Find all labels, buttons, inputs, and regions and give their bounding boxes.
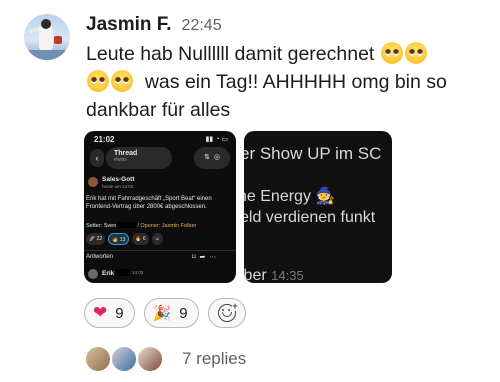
mini-reaction-2: 🧑 13 bbox=[108, 233, 130, 245]
pleading-face-emoji-icon bbox=[404, 42, 427, 64]
reaction-party[interactable]: 🎉 9 bbox=[143, 298, 199, 328]
back-icon: ‹ bbox=[90, 149, 104, 167]
sender-name: Sales-Gott bbox=[102, 176, 135, 183]
sender-avatar bbox=[88, 177, 98, 187]
mini-add-reaction-icon: ☺ bbox=[151, 233, 163, 245]
attachment-image-1[interactable]: 21:02 ▮▮ ◔ ▭ ‹ Thread #wins ⇅ ◎ Sales-Go… bbox=[84, 131, 236, 283]
add-reaction-button[interactable]: + bbox=[207, 298, 246, 328]
zoom-line-2: ne Energy 🧙 bbox=[244, 188, 336, 205]
party-popper-icon: 🎉 bbox=[152, 305, 172, 322]
reaction-heart[interactable]: ❤ 9 bbox=[84, 298, 135, 328]
mini-reactions: 🚀 22 🧑 13 🔥 6 ☺ bbox=[86, 233, 163, 245]
message-timestamp[interactable]: 22:45 bbox=[182, 17, 222, 35]
divider bbox=[84, 250, 236, 251]
reply-avatar bbox=[110, 345, 138, 373]
answer-action-icons: ⌑ ➦ ⋯ bbox=[192, 254, 217, 261]
answers-label: Antworten bbox=[86, 254, 114, 260]
zoom-line-4: lber 14:35 bbox=[244, 267, 304, 283]
pleading-face-emoji-icon bbox=[380, 42, 403, 64]
thread-replies[interactable]: 7 replies bbox=[84, 345, 246, 373]
author-name[interactable]: Jasmin F. bbox=[86, 14, 172, 36]
reaction-count: 9 bbox=[179, 304, 188, 322]
reply-avatar bbox=[136, 345, 164, 373]
setter-line: Setter: Sven / Opener: Jasmin Felber bbox=[86, 222, 196, 229]
opener-label: / Opener: Jasmin Felber bbox=[137, 223, 197, 229]
thread-header: Thread #wins bbox=[106, 147, 172, 169]
avatar-ground bbox=[24, 50, 70, 60]
avatar-head bbox=[41, 19, 51, 29]
author-avatar[interactable] bbox=[24, 14, 70, 60]
thread-channel: #wins bbox=[114, 157, 127, 163]
erik-time: 14:03 bbox=[132, 270, 144, 275]
setter-label: Setter: Sven bbox=[86, 223, 117, 229]
zoom-line-1: er Show UP im SC bbox=[244, 144, 382, 163]
mini-reaction-3: 🔥 6 bbox=[132, 233, 149, 245]
erik-avatar bbox=[88, 269, 98, 279]
pleading-face-emoji-icon bbox=[111, 70, 133, 92]
status-time: 21:02 bbox=[94, 135, 115, 144]
message-line-1: Leute hab Nullllll damit gerechnet bbox=[86, 43, 375, 65]
message-body: Leute hab Nullllll damit gerechnet was e… bbox=[86, 40, 486, 124]
erik-name: Erik bbox=[102, 269, 131, 277]
reaction-count: 9 bbox=[115, 304, 124, 322]
thread-controls-icon: ⇅ ◎ bbox=[194, 147, 230, 169]
avatar-red-object bbox=[54, 36, 62, 44]
message-line-2: was ein Tag!! AHHHHH omg bin so bbox=[144, 71, 447, 93]
attachment-image-2[interactable]: er Show UP im SC ne Energy 🧙 eld verdien… bbox=[244, 131, 392, 283]
mini-reaction-1: 🚀 22 bbox=[86, 233, 106, 245]
thread-title: Thread bbox=[114, 150, 138, 157]
message-line-3: dankbar für alles bbox=[86, 99, 231, 121]
zoom-line-3: eld verdienen funkt bbox=[244, 209, 376, 226]
sender-time: heute um 14:02 bbox=[102, 184, 134, 189]
reaction-bar: ❤ 9 🎉 9 + bbox=[84, 298, 246, 328]
reply-avatar bbox=[84, 345, 112, 373]
redaction-bar bbox=[117, 222, 136, 228]
status-icons: ▮▮ ◔ ▭ bbox=[205, 136, 228, 143]
heart-icon: ❤ bbox=[93, 303, 108, 322]
post-text: Erik hat mit Fahrradgeschäft „Sport Beat… bbox=[86, 196, 212, 210]
replies-link[interactable]: 7 replies bbox=[182, 349, 246, 369]
add-emoji-icon: + bbox=[217, 302, 238, 322]
pleading-face-emoji-icon bbox=[87, 70, 109, 92]
message-header: Jasmin F. 22:45 bbox=[86, 14, 222, 36]
